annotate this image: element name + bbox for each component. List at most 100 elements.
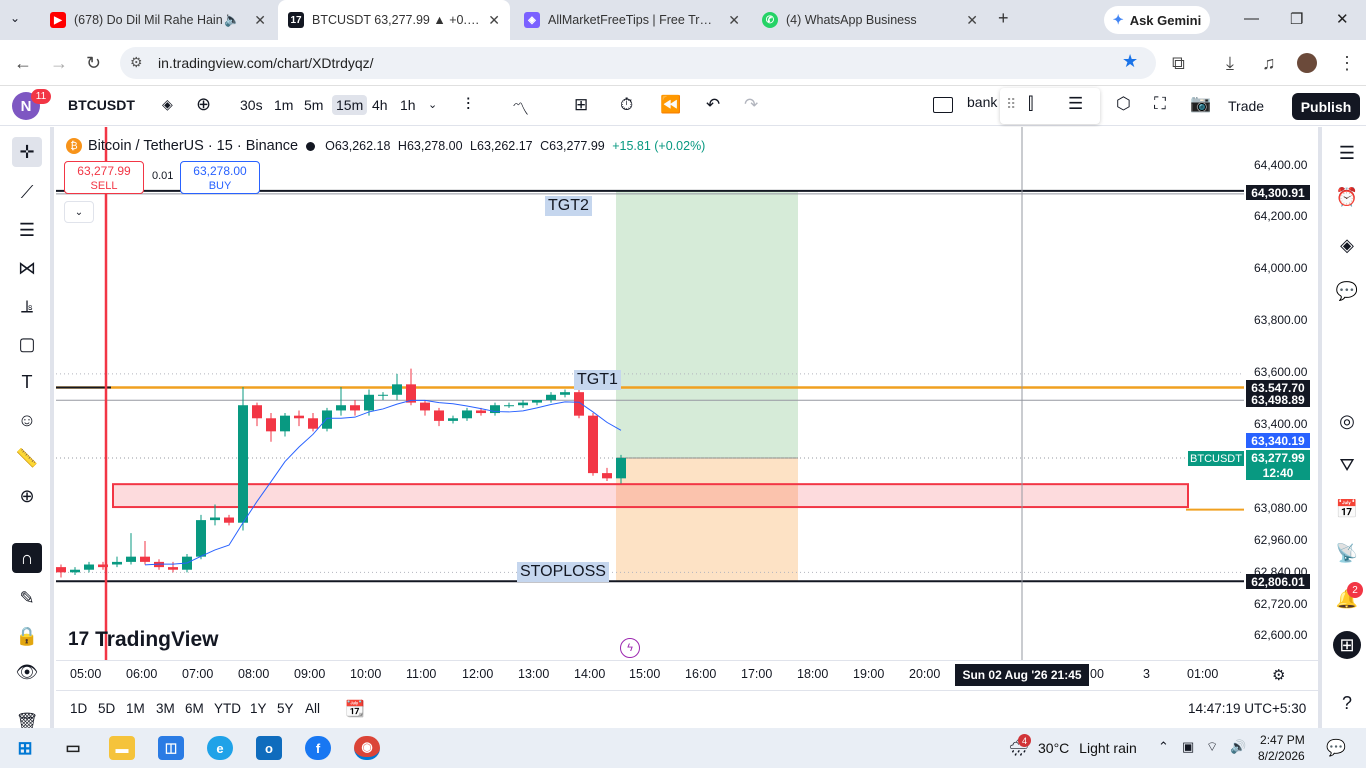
range-button-1d[interactable]: 1D bbox=[70, 701, 87, 716]
settings-lines-icon[interactable]: ☰ bbox=[1068, 94, 1083, 114]
forecast-icon[interactable]: ⫡ bbox=[12, 291, 42, 321]
range-button-ytd[interactable]: YTD bbox=[214, 701, 241, 716]
layers-icon[interactable]: ◈ bbox=[1333, 231, 1361, 259]
layout-grid-icon[interactable]: ⊞ bbox=[574, 95, 588, 115]
close-icon[interactable]: ✕ bbox=[966, 12, 978, 29]
bookmark-star-icon[interactable]: ★ bbox=[1122, 51, 1138, 72]
eye-icon[interactable]: 👁 bbox=[12, 657, 42, 687]
ruler-icon[interactable]: 📏 bbox=[12, 443, 42, 473]
tray-chevron-icon[interactable]: ⌃ bbox=[1158, 739, 1169, 755]
ask-gemini-button[interactable]: ✦ Ask Gemini bbox=[1104, 6, 1210, 34]
store-icon[interactable]: ◫ bbox=[158, 736, 184, 760]
buy-button[interactable]: 63,278.00 BUY bbox=[180, 161, 260, 194]
axis-settings-icon[interactable]: ⚙ bbox=[1272, 666, 1285, 684]
interval-dropdown-icon[interactable]: ⌄ bbox=[428, 98, 437, 111]
site-info-icon[interactable]: ⚙ bbox=[130, 54, 143, 71]
drag-handle-icon[interactable]: ⠿ bbox=[1006, 96, 1016, 113]
fullscreen-icon[interactable]: ⛶ bbox=[1154, 94, 1166, 114]
bar-style-icon[interactable]: ⫶ bbox=[466, 95, 470, 115]
indicator-name[interactable]: bank bbox=[967, 94, 997, 110]
target-icon[interactable]: ◎ bbox=[1333, 407, 1361, 435]
alert-clock-icon[interactable]: ⏱ bbox=[620, 95, 633, 115]
range-button-1m[interactable]: 1M bbox=[126, 701, 145, 716]
undo-icon[interactable]: ↶ bbox=[706, 95, 720, 115]
forward-icon[interactable]: → bbox=[50, 53, 68, 74]
lightning-event-icon[interactable]: ϟ bbox=[620, 638, 640, 658]
tab-youtube[interactable]: ▶ (678) Do Dil Mil Rahe Hain | 🔈 ✕ bbox=[40, 6, 276, 34]
camera-icon[interactable]: 📷 bbox=[1190, 94, 1211, 114]
chrome-icon[interactable]: ◉ bbox=[354, 736, 380, 760]
fib-retracement-icon[interactable]: ☰ bbox=[12, 215, 42, 245]
interval-4h[interactable]: 4h bbox=[372, 97, 388, 113]
fib-tool-icon[interactable]: ⫿ bbox=[1028, 94, 1033, 114]
tgt1-label[interactable]: TGT1 bbox=[574, 370, 621, 390]
symbol-search[interactable]: BTCUSDT bbox=[68, 97, 135, 113]
watchlist-flag-icon[interactable]: ◈ bbox=[162, 96, 173, 113]
range-button-1y[interactable]: 1Y bbox=[250, 701, 267, 716]
interval-1m[interactable]: 1m bbox=[274, 97, 293, 113]
range-button-all[interactable]: All bbox=[305, 701, 320, 716]
tab-search-icon[interactable]: ⌄ bbox=[10, 11, 20, 25]
range-button-6m[interactable]: 6M bbox=[185, 701, 204, 716]
notification-center-icon[interactable]: 💬 bbox=[1326, 738, 1346, 758]
chat-icon[interactable]: 💬 bbox=[1333, 277, 1361, 305]
apps-grid-icon[interactable]: ⊞ bbox=[1333, 631, 1361, 659]
interval-30s[interactable]: 30s bbox=[240, 97, 263, 113]
alarm-clock-icon[interactable]: ⏰ bbox=[1333, 183, 1361, 211]
text-tool-icon[interactable]: T bbox=[12, 367, 42, 397]
trendline-icon[interactable]: ⟋ bbox=[12, 177, 42, 207]
calendar-icon[interactable]: 📅 bbox=[1333, 495, 1361, 523]
shapes-icon[interactable]: ▢ bbox=[12, 329, 42, 359]
stay-drawing-icon[interactable]: ✎ bbox=[12, 583, 42, 613]
tab-whatsapp[interactable]: ✆ (4) WhatsApp Business ✕ bbox=[752, 6, 988, 34]
legend-symbol-name[interactable]: Bitcoin / TetherUS · 15 · Binance bbox=[88, 138, 298, 154]
wifi-icon[interactable]: ⌔ bbox=[1206, 739, 1218, 755]
speaker-icon[interactable]: 🔈 bbox=[224, 12, 240, 28]
maximize-button[interactable]: ❐ bbox=[1290, 10, 1303, 28]
volume-icon[interactable]: 🔊 bbox=[1230, 739, 1246, 755]
new-tab-button[interactable]: + bbox=[998, 8, 1009, 29]
hexagon-settings-icon[interactable]: ⬡ bbox=[1116, 94, 1131, 114]
redo-icon[interactable]: ↷ bbox=[744, 95, 758, 115]
profile-avatar[interactable] bbox=[1297, 53, 1317, 73]
chart-pane[interactable] bbox=[56, 127, 1244, 660]
help-icon[interactable]: ? bbox=[1333, 689, 1361, 717]
replay-icon[interactable]: ⏪ bbox=[660, 95, 681, 115]
start-icon[interactable]: ⊞ bbox=[12, 736, 38, 760]
watchlist-icon[interactable]: ☰ bbox=[1333, 139, 1361, 167]
interval-15m[interactable]: 15m bbox=[332, 95, 368, 115]
download-icon[interactable]: ⤓ bbox=[1226, 53, 1234, 74]
stoploss-label[interactable]: STOPLOSS bbox=[517, 562, 609, 582]
weather-widget[interactable]: 30°C Light rain bbox=[1038, 740, 1137, 756]
collapse-legend-button[interactable]: ⌄ bbox=[64, 201, 94, 223]
interval-5m[interactable]: 5m bbox=[304, 97, 323, 113]
close-icon[interactable]: ✕ bbox=[728, 12, 740, 29]
minimize-button[interactable]: — bbox=[1244, 10, 1259, 27]
task-view-icon[interactable]: ▭ bbox=[60, 736, 86, 760]
pattern-icon[interactable]: ⋈ bbox=[12, 253, 42, 283]
file-explorer-icon[interactable]: ▬ bbox=[109, 736, 135, 760]
menu-kebab-icon[interactable]: ⋮ bbox=[1338, 53, 1356, 74]
indicators-icon[interactable]: 〽 bbox=[512, 95, 529, 120]
device-icon[interactable]: ▣ bbox=[1182, 739, 1194, 755]
layout-box-icon[interactable] bbox=[933, 97, 953, 113]
goto-date-icon[interactable]: 📆 bbox=[345, 699, 365, 719]
interval-1h[interactable]: 1h bbox=[400, 97, 416, 113]
compare-add-icon[interactable]: ⊕ bbox=[196, 94, 211, 115]
publish-button[interactable]: Publish bbox=[1292, 93, 1360, 120]
facebook-icon[interactable]: f bbox=[305, 736, 331, 760]
close-icon[interactable]: ✕ bbox=[488, 12, 500, 29]
magnet-icon[interactable]: ∩ bbox=[12, 543, 42, 573]
crosshair-icon[interactable]: ✛ bbox=[12, 137, 42, 167]
order-quantity[interactable]: 0.01 bbox=[152, 170, 173, 182]
sell-button[interactable]: 63,277.99 SELL bbox=[64, 161, 144, 194]
url-text[interactable]: in.tradingview.com/chart/XDtrdyqz/ bbox=[158, 55, 374, 71]
outlook-icon[interactable]: o bbox=[256, 736, 282, 760]
reload-icon[interactable]: ↻ bbox=[86, 53, 101, 74]
range-button-5y[interactable]: 5Y bbox=[277, 701, 294, 716]
tab-allmarket[interactable]: ◈ AllMarketFreeTips | Free Trading ✕ bbox=[514, 6, 750, 34]
range-button-3m[interactable]: 3M bbox=[156, 701, 175, 716]
trade-button[interactable]: Trade bbox=[1228, 98, 1264, 114]
extensions-icon[interactable]: ⧉ bbox=[1172, 53, 1185, 74]
taskbar-clock[interactable]: 2:47 PM 8/2/2026 bbox=[1258, 732, 1305, 764]
